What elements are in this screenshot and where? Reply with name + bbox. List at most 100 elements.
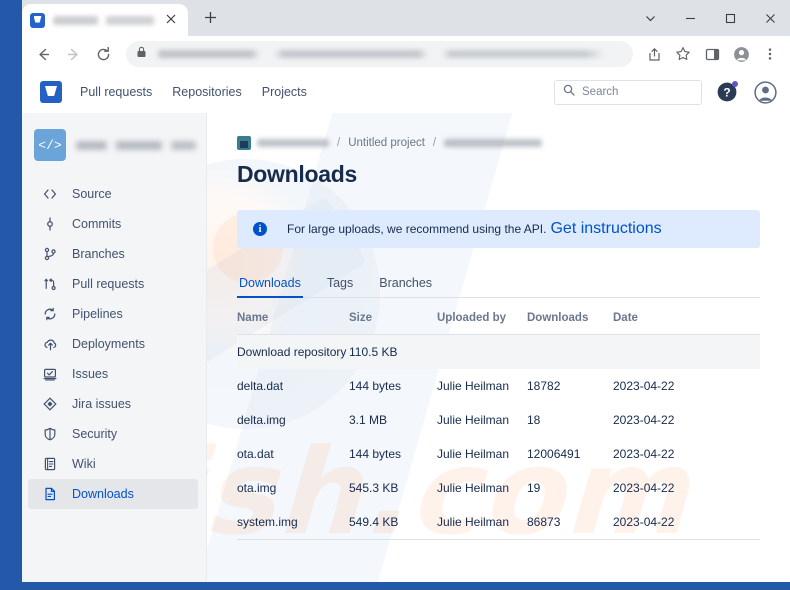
tab-search-chevron-down-icon[interactable] [630,2,670,34]
sidebar-item-issues[interactable]: Issues [28,359,198,389]
cell-size: 3.1 MB [349,413,388,427]
sidebar-item-downloads[interactable]: Downloads [28,479,198,509]
new-tab-button[interactable] [196,5,224,33]
sidebar-item-commits[interactable]: Commits [28,209,198,239]
help-notification-badge [732,81,738,87]
back-button[interactable] [28,39,58,69]
sidebar-item-security[interactable]: Security [28,419,198,449]
table-row[interactable]: ota.dat 144 bytes Julie Heilman 12006491… [237,437,760,471]
global-search[interactable] [554,79,702,105]
sidebar-item-label: Pipelines [72,307,123,321]
cell-name[interactable]: ota.img [237,471,349,505]
sidebar-item-label: Deployments [72,337,145,351]
kebab-menu-icon[interactable] [756,40,784,68]
browser-toolbar [22,36,790,72]
column-header-name[interactable]: Name [237,298,349,335]
cell-name[interactable]: ota.dat [237,437,349,471]
sidebar-item-wiki[interactable]: Wiki [28,449,198,479]
get-instructions-link[interactable]: Get instructions [550,220,661,238]
sidebar-item-branches[interactable]: Branches [28,239,198,269]
tab-strip-left-padding [0,0,22,36]
repo-avatar-code-icon: </> [34,129,66,161]
lock-icon [136,45,150,63]
table-header-row: Name Size Uploaded by Downloads Date [237,298,760,335]
column-header-size[interactable]: Size [349,298,437,335]
top-nav-right-group: ? [554,79,778,105]
sidebar-item-label: Security [72,427,118,441]
bitbucket-logo-icon[interactable] [40,81,62,103]
reload-button[interactable] [88,39,118,69]
nav-pull-requests[interactable]: Pull requests [80,85,152,99]
side-panel-icon[interactable] [698,40,726,68]
branch-icon [40,247,60,261]
bookmark-star-icon[interactable] [669,40,697,68]
issues-icon [40,367,60,381]
cell-uploaded-by: Julie Heilman [437,481,510,495]
help-button[interactable]: ? [714,79,740,105]
sidebar-item-label: Commits [72,217,122,231]
nav-projects[interactable]: Projects [262,85,307,99]
repo-sidebar: </> Source Commits Branches Pull request… [22,113,207,582]
table-row[interactable]: delta.img 3.1 MB Julie Heilman 18 2023-0… [237,403,760,437]
address-bar-url-redacted [158,50,623,58]
browser-profile-icon[interactable] [727,40,755,68]
cell-downloads: 19 [527,481,541,495]
table-row[interactable]: Download repository 110.5 KB [237,334,760,370]
column-header-uploaded-by[interactable]: Uploaded by [437,298,527,335]
breadcrumb-repo-redacted[interactable] [444,139,543,147]
sidebar-item-label: Wiki [72,457,96,471]
cell-downloads: 12006491 [527,447,581,461]
table-row[interactable]: ota.img 545.3 KB Julie Heilman 19 2023-0… [237,471,760,505]
tab-branches[interactable]: Branches [377,276,434,297]
sidebar-item-deployments[interactable]: Deployments [28,329,198,359]
breadcrumb: / Untitled project / [237,135,760,151]
nav-repositories[interactable]: Repositories [172,85,241,99]
sidebar-item-label: Source [72,187,112,201]
cell-size: 549.4 KB [349,505,437,540]
browser-tab[interactable] [22,4,188,36]
tab-downloads[interactable]: Downloads [237,276,303,298]
browser-window: Pull requests Repositories Projects ? [0,0,790,590]
table-body: Download repository 110.5 KB delta.dat 1… [237,334,760,540]
cell-date: 2023-04-22 [613,481,675,495]
cell-name[interactable]: delta.dat [237,369,349,403]
table-row[interactable]: system.img 549.4 KB Julie Heilman 86873 … [237,505,760,540]
tab-close-icon[interactable] [162,11,180,29]
cell-name[interactable]: system.img [237,505,349,540]
avatar[interactable] [752,79,778,105]
search-icon [563,83,575,101]
pull-request-icon [40,277,60,291]
breadcrumb-workspace-redacted[interactable] [257,139,329,147]
sidebar-item-source[interactable]: Source [28,179,198,209]
cell-name[interactable]: Download repository [237,335,349,370]
cell-size: 144 bytes [349,379,402,393]
cell-date: 2023-04-22 [613,447,675,461]
cell-uploaded-by: Julie Heilman [437,413,510,427]
tab-tags[interactable]: Tags [325,276,355,297]
breadcrumb-separator: / [432,137,437,149]
cell-uploaded-by: Julie Heilman [437,379,510,393]
forward-button[interactable] [58,39,88,69]
main-content: / Untitled project / Downloads i For lar… [207,113,790,582]
search-input[interactable] [582,86,693,98]
minimize-icon[interactable] [670,2,710,34]
sidebar-item-label: Jira issues [72,397,132,411]
column-header-date[interactable]: Date [613,298,760,335]
cell-downloads: 86873 [527,505,613,540]
table-row[interactable]: delta.dat 144 bytes Julie Heilman 18782 … [237,369,760,403]
breadcrumb-project[interactable]: Untitled project [348,137,425,149]
column-header-downloads[interactable]: Downloads [527,298,613,335]
share-icon[interactable] [640,40,668,68]
address-bar[interactable] [126,41,633,67]
sidebar-item-label: Downloads [72,487,134,501]
sidebar-repo-header[interactable]: </> [22,125,206,165]
cell-uploaded-by [437,335,527,370]
cell-date: 2023-04-22 [613,413,675,427]
sidebar-item-pipelines[interactable]: Pipelines [28,299,198,329]
sidebar-item-pull-requests[interactable]: Pull requests [28,269,198,299]
sidebar-item-jira-issues[interactable]: Jira issues [28,389,198,419]
close-window-icon[interactable] [750,2,790,34]
cell-date: 2023-04-22 [613,379,675,393]
cell-name[interactable]: delta.img [237,403,349,437]
maximize-icon[interactable] [710,2,750,34]
